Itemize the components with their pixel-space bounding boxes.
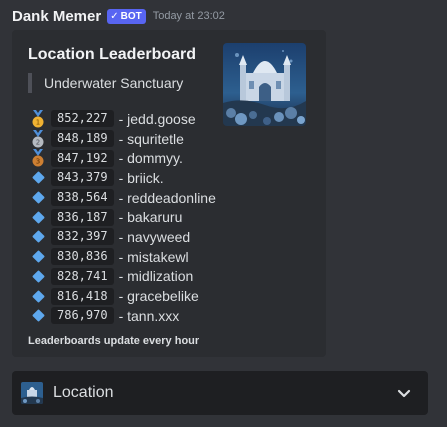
list-item: 830,836 - mistakewl bbox=[28, 247, 216, 267]
score-value: 816,418 bbox=[51, 287, 114, 305]
select-label: Location bbox=[53, 384, 114, 401]
username: - tann.xxx bbox=[118, 307, 180, 324]
score-value: 836,187 bbox=[51, 208, 114, 226]
list-item: 843,379 - briick. bbox=[28, 168, 216, 188]
blue-diamond-icon bbox=[28, 228, 48, 246]
bot-badge-label: BOT bbox=[120, 10, 142, 22]
username: - jedd.goose bbox=[118, 110, 196, 127]
blue-diamond-icon bbox=[28, 287, 48, 305]
blue-diamond-icon bbox=[28, 208, 48, 226]
list-item: 832,397 - navyweed bbox=[28, 227, 216, 247]
score-value: 847,192 bbox=[51, 149, 114, 167]
location-quote: Underwater Sanctuary bbox=[28, 73, 183, 93]
chevron-down-icon[interactable] bbox=[395, 384, 413, 402]
list-item: 816,418 - gracebelike bbox=[28, 286, 216, 306]
underwater-sanctuary-image[interactable] bbox=[223, 43, 306, 126]
location-select[interactable]: Location bbox=[12, 371, 428, 415]
username: - midlization bbox=[118, 268, 194, 285]
score-value: 852,227 bbox=[51, 110, 114, 128]
score-value: 830,836 bbox=[51, 248, 114, 266]
svg-text:3: 3 bbox=[36, 158, 40, 166]
list-item: 786,970 - tann.xxx bbox=[28, 306, 216, 326]
leaderboard-embed: Location Leaderboard Underwater Sanctuar… bbox=[12, 30, 326, 357]
score-value: 848,189 bbox=[51, 130, 114, 148]
blue-diamond-icon bbox=[28, 189, 48, 207]
list-item: 838,564 - reddeadonline bbox=[28, 188, 216, 208]
location-thumbnail-icon bbox=[21, 382, 43, 404]
username: - reddeadonline bbox=[118, 189, 216, 206]
bronze-medal-icon: 3 bbox=[28, 149, 48, 167]
blue-diamond-icon bbox=[28, 267, 48, 285]
author-name[interactable]: Dank Memer bbox=[12, 8, 101, 25]
score-value: 786,970 bbox=[51, 307, 114, 325]
score-value: 832,397 bbox=[51, 228, 114, 246]
blue-diamond-icon bbox=[28, 169, 48, 187]
blue-diamond-icon bbox=[28, 307, 48, 325]
silver-medal-icon: 2 bbox=[28, 129, 48, 148]
svg-text:2: 2 bbox=[36, 138, 40, 146]
embed-title: Location Leaderboard bbox=[28, 46, 197, 63]
gold-medal-icon: 1 bbox=[28, 109, 48, 128]
username: - dommyy. bbox=[118, 150, 183, 167]
username: - mistakewl bbox=[118, 248, 189, 265]
username: - navyweed bbox=[118, 228, 191, 245]
list-item: 836,187 - bakaruru bbox=[28, 207, 216, 227]
score-value: 828,741 bbox=[51, 267, 114, 285]
list-item: 3 847,192 - dommyy. bbox=[28, 148, 216, 168]
username: - bakaruru bbox=[118, 209, 183, 226]
message-header: Dank Memer ✓ BOT Today at 23:02 bbox=[12, 6, 225, 26]
bot-badge: ✓ BOT bbox=[107, 8, 146, 24]
verified-check-icon: ✓ bbox=[110, 10, 119, 22]
username: - briick. bbox=[118, 169, 164, 186]
username: - squritetle bbox=[118, 130, 184, 147]
blue-diamond-icon bbox=[28, 248, 48, 266]
list-item: 1 852,227 - jedd.goose bbox=[28, 109, 216, 129]
score-value: 843,379 bbox=[51, 169, 114, 187]
username: - gracebelike bbox=[118, 288, 199, 305]
list-item: 2 848,189 - squritetle bbox=[28, 129, 216, 149]
leaderboard-list: 1 852,227 - jedd.goose 2 848,189 - squri… bbox=[28, 109, 216, 326]
message-timestamp[interactable]: Today at 23:02 bbox=[153, 10, 225, 22]
embed-footer: Leaderboards update every hour bbox=[28, 335, 200, 347]
list-item: 828,741 - midlization bbox=[28, 267, 216, 287]
svg-text:1: 1 bbox=[36, 118, 40, 126]
score-value: 838,564 bbox=[51, 189, 114, 207]
